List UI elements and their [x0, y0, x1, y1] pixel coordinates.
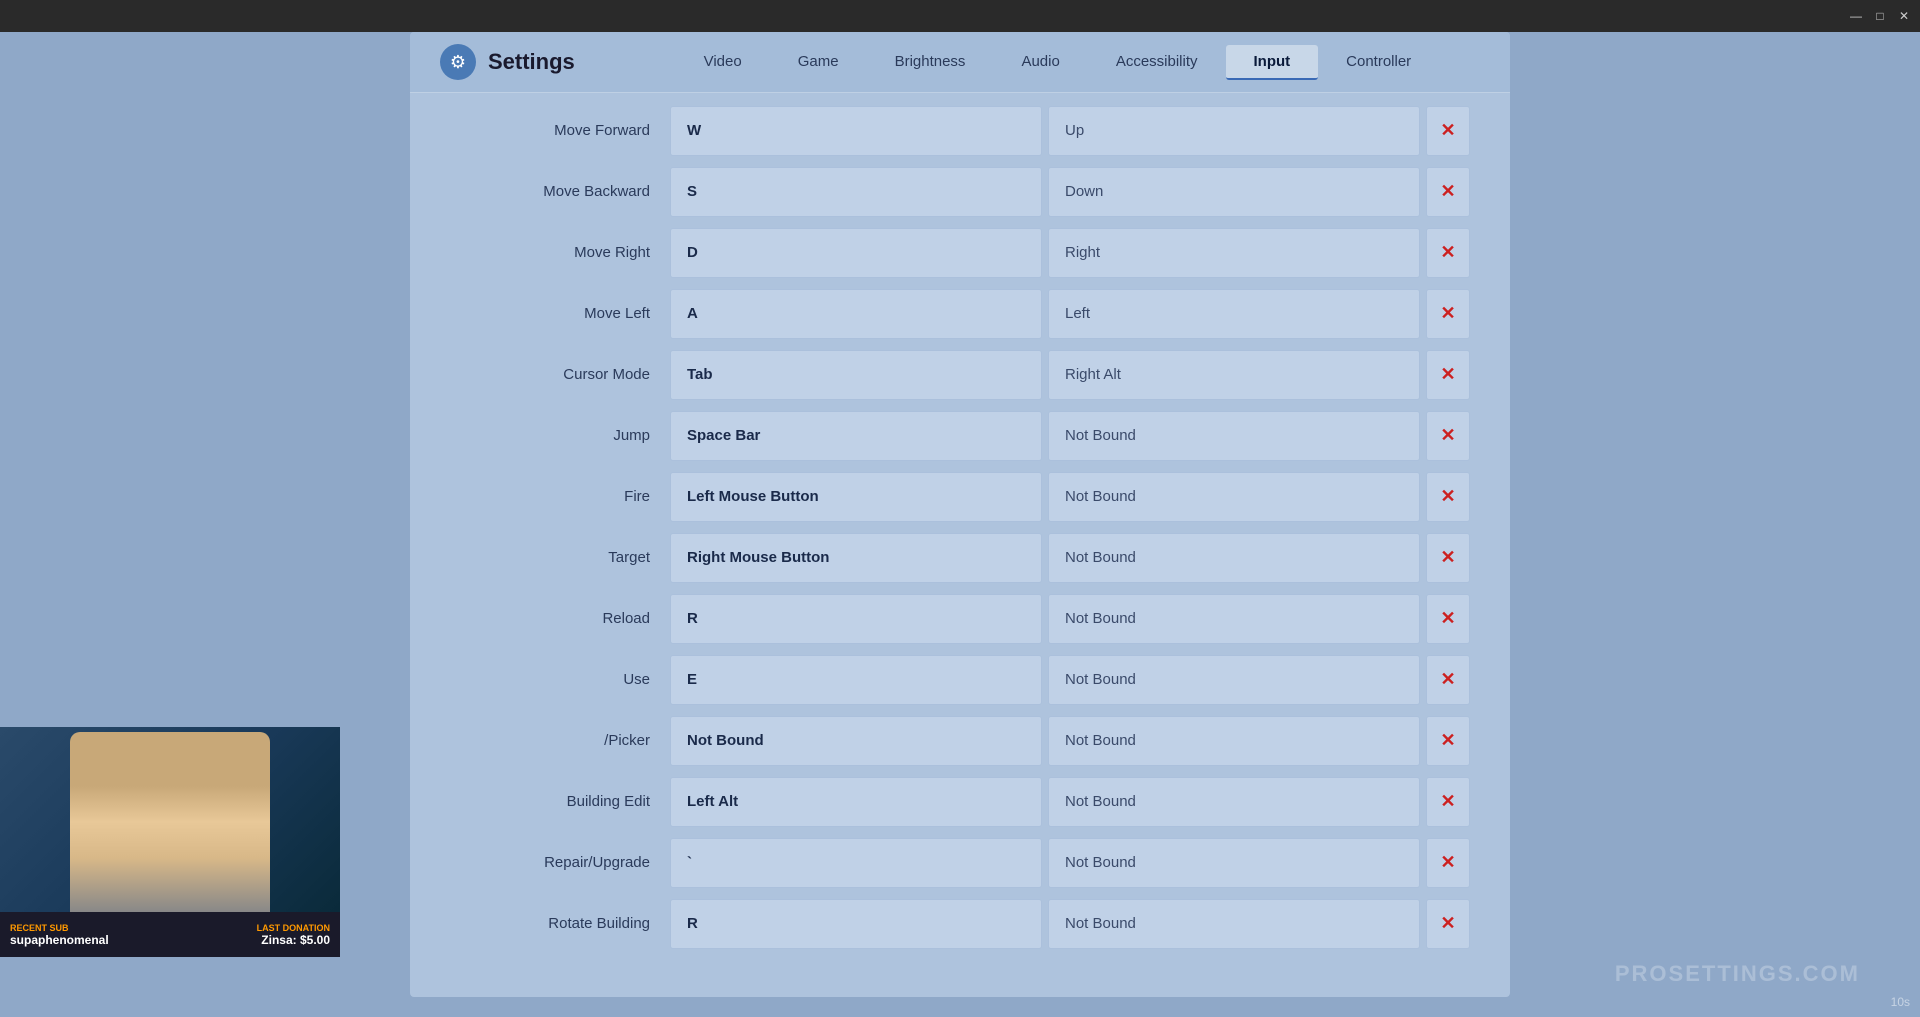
binding-clear-button[interactable]: ✕ — [1426, 411, 1470, 461]
webcam-donation-info: LAST DONATION Zinsa: $5.00 — [257, 923, 330, 947]
tab-accessibility[interactable]: Accessibility — [1088, 45, 1226, 80]
binding-primary-key[interactable]: Left Alt — [670, 777, 1042, 827]
binding-clear-button[interactable]: ✕ — [1426, 228, 1470, 278]
binding-row: Move RightDRight✕ — [450, 225, 1470, 280]
binding-primary-key[interactable]: Left Mouse Button — [670, 472, 1042, 522]
binding-secondary-key[interactable]: Not Bound — [1048, 899, 1420, 949]
webcam-video — [0, 727, 340, 912]
binding-row: Rotate BuildingRNot Bound✕ — [450, 896, 1470, 951]
binding-primary-key[interactable]: E — [670, 655, 1042, 705]
binding-row: UseENot Bound✕ — [450, 652, 1470, 707]
close-button[interactable]: ✕ — [1896, 8, 1912, 24]
binding-action-label: Repair/Upgrade — [450, 854, 670, 871]
binding-clear-button[interactable]: ✕ — [1426, 777, 1470, 827]
binding-action-label: Move Forward — [450, 122, 670, 139]
binding-clear-button[interactable]: ✕ — [1426, 838, 1470, 888]
binding-action-label: Reload — [450, 610, 670, 627]
binding-secondary-key[interactable]: Not Bound — [1048, 777, 1420, 827]
binding-action-label: Jump — [450, 427, 670, 444]
binding-action-label: Building Edit — [450, 793, 670, 810]
binding-action-label: Target — [450, 549, 670, 566]
binding-clear-button[interactable]: ✕ — [1426, 594, 1470, 644]
settings-title: Settings — [488, 49, 575, 75]
maximize-button[interactable]: □ — [1872, 8, 1888, 24]
binding-secondary-key[interactable]: Down — [1048, 167, 1420, 217]
binding-primary-key[interactable]: Space Bar — [670, 411, 1042, 461]
timer: 10s — [1891, 995, 1910, 1009]
binding-secondary-key[interactable]: Right — [1048, 228, 1420, 278]
tab-input[interactable]: Input — [1226, 45, 1319, 80]
binding-primary-key[interactable]: S — [670, 167, 1042, 217]
binding-primary-key[interactable]: Tab — [670, 350, 1042, 400]
binding-row: TargetRight Mouse ButtonNot Bound✕ — [450, 530, 1470, 585]
binding-action-label: /Picker — [450, 732, 670, 749]
binding-clear-button[interactable]: ✕ — [1426, 533, 1470, 583]
binding-action-label: Fire — [450, 488, 670, 505]
binding-row: Move ForwardWUp✕ — [450, 103, 1470, 158]
binding-secondary-key[interactable]: Not Bound — [1048, 411, 1420, 461]
webcam-sub-info: RECENT SUB supaphenomenal — [10, 923, 109, 947]
watermark: PROSETTINGS.COM — [1615, 961, 1860, 987]
bindings-content[interactable]: Move ForwardWUp✕Move BackwardSDown✕Move … — [410, 93, 1510, 988]
tab-game[interactable]: Game — [770, 45, 867, 80]
binding-secondary-key[interactable]: Not Bound — [1048, 838, 1420, 888]
binding-row: JumpSpace BarNot Bound✕ — [450, 408, 1470, 463]
binding-secondary-key[interactable]: Right Alt — [1048, 350, 1420, 400]
binding-clear-button[interactable]: ✕ — [1426, 899, 1470, 949]
binding-secondary-key[interactable]: Not Bound — [1048, 655, 1420, 705]
binding-clear-button[interactable]: ✕ — [1426, 716, 1470, 766]
binding-secondary-key[interactable]: Not Bound — [1048, 716, 1420, 766]
binding-clear-button[interactable]: ✕ — [1426, 289, 1470, 339]
binding-row: Repair/Upgrade`Not Bound✕ — [450, 835, 1470, 890]
binding-row: FireLeft Mouse ButtonNot Bound✕ — [450, 469, 1470, 524]
settings-logo-icon: ⚙ — [440, 44, 476, 80]
webcam-overlay: RECENT SUB supaphenomenal LAST DONATION … — [0, 727, 340, 957]
tab-controller[interactable]: Controller — [1318, 45, 1439, 80]
binding-row: Building EditLeft AltNot Bound✕ — [450, 774, 1470, 829]
binding-action-label: Rotate Building — [450, 915, 670, 932]
last-donation-label: LAST DONATION — [257, 923, 330, 933]
title-bar: — □ ✕ — [0, 0, 1920, 32]
tab-video[interactable]: Video — [676, 45, 770, 80]
binding-secondary-key[interactable]: Up — [1048, 106, 1420, 156]
binding-action-label: Use — [450, 671, 670, 688]
minimize-button[interactable]: — — [1848, 8, 1864, 24]
binding-primary-key[interactable]: ` — [670, 838, 1042, 888]
binding-row: Move LeftALeft✕ — [450, 286, 1470, 341]
webcam-person-silhouette — [70, 732, 270, 912]
binding-row: /PickerNot BoundNot Bound✕ — [450, 713, 1470, 768]
binding-action-label: Cursor Mode — [450, 366, 670, 383]
binding-clear-button[interactable]: ✕ — [1426, 106, 1470, 156]
recent-sub-label: RECENT SUB — [10, 923, 109, 933]
binding-secondary-key[interactable]: Left — [1048, 289, 1420, 339]
binding-row: Cursor ModeTabRight Alt✕ — [450, 347, 1470, 402]
binding-action-label: Move Right — [450, 244, 670, 261]
binding-action-label: Move Left — [450, 305, 670, 322]
nav-tabs: VideoGameBrightnessAudioAccessibilityInp… — [635, 45, 1480, 80]
settings-panel: ⚙ Settings VideoGameBrightnessAudioAcces… — [410, 32, 1510, 997]
binding-clear-button[interactable]: ✕ — [1426, 655, 1470, 705]
binding-secondary-key[interactable]: Not Bound — [1048, 533, 1420, 583]
binding-primary-key[interactable]: W — [670, 106, 1042, 156]
binding-primary-key[interactable]: R — [670, 594, 1042, 644]
binding-clear-button[interactable]: ✕ — [1426, 350, 1470, 400]
donation-amount: Zinsa: $5.00 — [257, 933, 330, 947]
tab-audio[interactable]: Audio — [993, 45, 1087, 80]
binding-clear-button[interactable]: ✕ — [1426, 472, 1470, 522]
settings-header: ⚙ Settings VideoGameBrightnessAudioAcces… — [410, 32, 1510, 93]
binding-secondary-key[interactable]: Not Bound — [1048, 594, 1420, 644]
binding-secondary-key[interactable]: Not Bound — [1048, 472, 1420, 522]
binding-primary-key[interactable]: Not Bound — [670, 716, 1042, 766]
binding-row: ReloadRNot Bound✕ — [450, 591, 1470, 646]
streamer-name: supaphenomenal — [10, 933, 109, 947]
tab-brightness[interactable]: Brightness — [867, 45, 994, 80]
binding-clear-button[interactable]: ✕ — [1426, 167, 1470, 217]
binding-primary-key[interactable]: A — [670, 289, 1042, 339]
binding-row: Move BackwardSDown✕ — [450, 164, 1470, 219]
binding-primary-key[interactable]: R — [670, 899, 1042, 949]
webcam-info-bar: RECENT SUB supaphenomenal LAST DONATION … — [0, 912, 340, 957]
binding-primary-key[interactable]: D — [670, 228, 1042, 278]
binding-primary-key[interactable]: Right Mouse Button — [670, 533, 1042, 583]
binding-action-label: Move Backward — [450, 183, 670, 200]
